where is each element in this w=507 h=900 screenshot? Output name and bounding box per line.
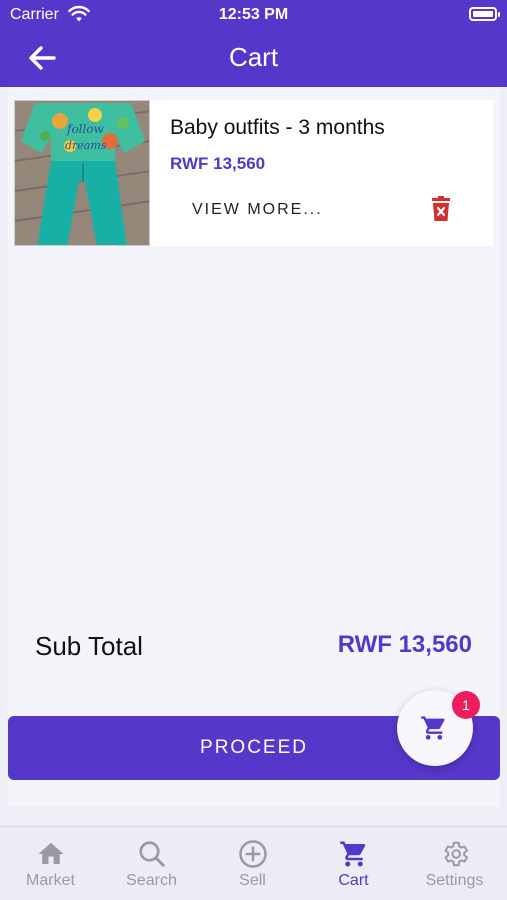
subtotal-label: Sub Total	[35, 631, 143, 661]
product-image[interactable]: follow dreams	[14, 100, 150, 246]
product-image-graphic: follow dreams	[15, 101, 149, 245]
tab-settings[interactable]: Settings	[404, 827, 505, 900]
tab-cart[interactable]: Cart	[303, 827, 404, 900]
tab-sell[interactable]: Sell	[202, 827, 303, 900]
tab-market[interactable]: Market	[0, 827, 101, 900]
search-icon	[139, 841, 165, 867]
status-time: 12:53 PM	[218, 6, 289, 23]
add-circle-icon	[239, 840, 267, 868]
tab-label: Sell	[239, 872, 266, 889]
battery-icon	[469, 7, 497, 21]
item-price: RWF 13,560	[170, 154, 266, 173]
tab-label: Settings	[425, 872, 484, 889]
status-bar: Carrier 12:53 PM	[0, 0, 507, 30]
svg-text:follow: follow	[66, 122, 105, 136]
cart-icon	[421, 716, 445, 740]
home-icon	[38, 842, 64, 864]
cart-icon	[340, 841, 366, 867]
svg-text:dreams: dreams	[65, 139, 107, 152]
tab-label: Cart	[338, 872, 369, 889]
cart-count-badge: 1	[452, 691, 480, 719]
view-more-button[interactable]: VIEW MORE...	[192, 201, 323, 219]
page-title: Cart	[228, 42, 279, 72]
gear-icon	[444, 841, 468, 867]
tab-bar: Market Search Sell Cart Settings	[0, 826, 507, 900]
cart-item: follow dreams Baby outfits - 3 months RW…	[14, 100, 493, 246]
tab-label: Search	[126, 872, 177, 889]
nav-bar: Cart	[0, 30, 507, 87]
trash-icon[interactable]	[430, 196, 452, 222]
tab-search[interactable]: Search	[101, 827, 202, 900]
tab-label: Market	[26, 872, 75, 889]
subtotal-value: RWF 13,560	[337, 631, 472, 658]
item-name: Baby outfits - 3 months	[170, 116, 385, 139]
